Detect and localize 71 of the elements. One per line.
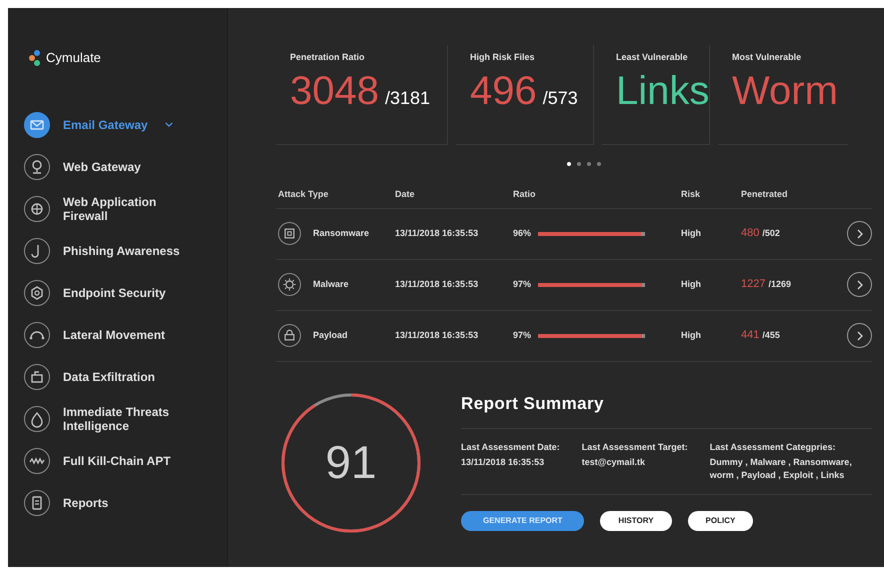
stat-value: 496 — [470, 68, 537, 114]
table-cell-text: High — [681, 328, 702, 342]
table-cell-text: 96% — [513, 226, 529, 240]
sidebar-item[interactable]: Lateral Movement — [24, 314, 227, 356]
arc-icon — [24, 322, 50, 348]
row-open-button[interactable] — [847, 272, 872, 297]
summary-button[interactable]: HISTORY — [600, 511, 672, 531]
brand-name: Cymulate — [46, 49, 101, 67]
shield-icon — [24, 280, 50, 306]
stat-value: Links — [616, 68, 710, 114]
table-cell-text: Malware — [313, 278, 349, 291]
column-header: Penetrated — [741, 188, 789, 201]
field-label: Last Assessment Date: — [461, 442, 560, 452]
column-header: Risk — [681, 188, 702, 201]
box-icon — [24, 364, 50, 390]
field-label: Last Assessment Target: — [582, 442, 688, 452]
lock-icon — [278, 324, 301, 347]
table-cell-text: High — [681, 278, 702, 291]
chevron-right-icon — [856, 280, 862, 290]
stat-label: Penetration Ratio — [290, 51, 366, 64]
penetrated-total: /1269 — [768, 278, 792, 292]
chevron-down-icon — [164, 122, 173, 127]
penetrated-count: 1227 — [741, 277, 766, 292]
hook-icon — [24, 238, 50, 264]
summary-button[interactable]: POLICY — [688, 511, 754, 531]
document-icon — [24, 490, 50, 516]
stat-total: /3181 — [384, 86, 430, 110]
table-cell-text: 13/11/2018 16:35:53 — [395, 328, 480, 342]
envelope-icon — [24, 112, 50, 138]
sidebar-item[interactable]: Web Application Firewall — [24, 188, 227, 230]
penetrated-count: 480 — [741, 226, 760, 242]
sidebar-item[interactable]: Data Exfiltration — [24, 356, 227, 398]
stat-label: Most Vulnerable — [732, 51, 802, 64]
table-cell-text: 97% — [513, 328, 529, 342]
column-header: Attack Type — [278, 188, 330, 201]
row-open-button[interactable] — [847, 323, 872, 348]
sidebar-item[interactable]: Endpoint Security — [24, 272, 227, 314]
stat-value: Worm — [732, 68, 838, 114]
chevron-right-icon — [856, 228, 862, 238]
sidebar-item[interactable]: Phishing Awareness — [24, 230, 227, 272]
table-cell-text: 13/11/2018 16:35:53 — [395, 278, 480, 291]
column-header: Date — [395, 188, 416, 201]
penetrated-total: /455 — [762, 329, 780, 342]
square-icon — [278, 222, 301, 245]
table-cell-text: Ransomware — [313, 226, 370, 240]
table-cell-text: 97% — [513, 278, 529, 291]
field-label: Last Assessment Categpries: — [710, 442, 836, 452]
chevron-right-icon — [856, 330, 862, 340]
stat-label: High Risk Files — [470, 51, 536, 64]
summary-title: Report Summary — [461, 390, 872, 429]
sidebar-item[interactable]: Reports — [24, 482, 227, 524]
logo-icon — [28, 48, 42, 67]
row-open-button[interactable] — [847, 221, 872, 246]
field-value: Dummy , Malware , Ransomware, worm , Payload , Exploit , Links — [710, 456, 853, 482]
column-header: Ratio — [513, 188, 536, 201]
stat-label: Least Vulnerable — [616, 51, 689, 64]
wave-icon — [24, 448, 50, 474]
sidebar-item[interactable]: Web Gateway — [24, 146, 227, 188]
penetrated-total: /502 — [762, 227, 780, 240]
table-cell-text: High — [681, 226, 702, 240]
table-cell-text: Payload — [313, 328, 348, 342]
table-cell-text: 13/11/2018 16:35:53 — [395, 226, 480, 240]
sidebar-item[interactable]: Full Kill-Chain APT — [24, 440, 227, 482]
score-value: 91 — [325, 435, 377, 490]
field-value: 13/11/2018 16:35:53 — [461, 456, 546, 469]
sidebar-item[interactable]: Immediate Threats Intelligence — [24, 398, 227, 440]
sidebar-item[interactable]: Email Gateway — [24, 104, 227, 146]
stat-total: /573 — [542, 86, 578, 110]
penetrated-count: 441 — [741, 328, 760, 344]
stat-value: 3048 — [290, 68, 379, 114]
field-value: test@cymail.tk — [582, 456, 646, 469]
